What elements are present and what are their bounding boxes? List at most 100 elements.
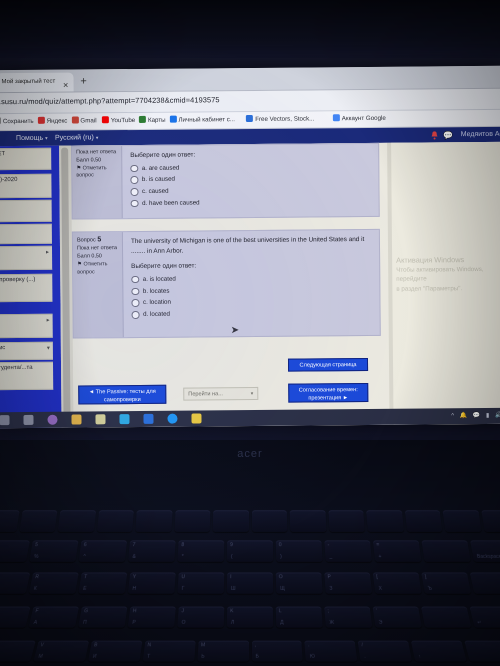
previous-activity-button[interactable]: ◄ The Passive: тесты для самопроверки bbox=[78, 384, 167, 405]
keyboard-key[interactable]: YУ bbox=[0, 572, 31, 594]
keyboard-key[interactable] bbox=[469, 572, 500, 594]
answer-option[interactable]: d. located bbox=[131, 308, 374, 319]
browser-tab[interactable]: Мой закрытый тест ✕ bbox=[0, 72, 74, 93]
keyboard-key[interactable]: ' Э bbox=[372, 606, 423, 628]
radio-icon[interactable] bbox=[130, 176, 138, 184]
keyboard-key[interactable]: YН bbox=[127, 572, 176, 594]
browser-ball-icon[interactable] bbox=[47, 414, 58, 425]
drawer-item[interactable] bbox=[0, 223, 52, 245]
keyboard-key[interactable]: HР bbox=[127, 606, 176, 628]
radio-icon[interactable] bbox=[130, 199, 139, 208]
drawer-item[interactable]: ...19)-2020 bbox=[0, 173, 52, 199]
keyboard-key[interactable]: 6 ^ bbox=[78, 540, 128, 562]
keyboard-key[interactable]: ] Ъ bbox=[421, 572, 472, 594]
keyboard-key[interactable]: 5% bbox=[29, 540, 79, 562]
next-page-button[interactable]: Следующая страница bbox=[287, 357, 369, 372]
bookmark-item[interactable]: Сохранить bbox=[0, 117, 34, 125]
close-icon[interactable]: ✕ bbox=[63, 77, 69, 93]
activity-jump-select[interactable]: Перейти на... ▾ bbox=[183, 386, 259, 401]
keyboard-key[interactable] bbox=[173, 510, 211, 532]
bookmark-item[interactable]: Free Vectors, Stock... bbox=[246, 114, 314, 123]
keyboard-key[interactable] bbox=[57, 510, 96, 532]
keyboard-key[interactable] bbox=[96, 510, 134, 532]
keyboard-key[interactable]: GП bbox=[77, 606, 128, 628]
chevron-right-icon[interactable]: ▸ bbox=[47, 317, 50, 324]
store-icon[interactable] bbox=[95, 414, 106, 425]
drawer-item[interactable]: ▸ bbox=[0, 313, 53, 339]
answer-option[interactable]: c. caused bbox=[130, 185, 372, 196]
keyboard-key[interactable]: [Х bbox=[372, 572, 422, 594]
keyboard-key[interactable]: ; Ж bbox=[324, 606, 373, 628]
message-icon[interactable]: 💬 bbox=[443, 131, 453, 140]
keyboard-key[interactable] bbox=[327, 510, 365, 532]
keyboard-key[interactable]: - _ bbox=[324, 540, 373, 562]
bookmark-item[interactable]: Яндекс bbox=[37, 116, 67, 125]
file-explorer-icon[interactable] bbox=[71, 414, 82, 425]
keyboard-key[interactable]: IШ bbox=[226, 572, 274, 594]
keyboard-key[interactable] bbox=[0, 510, 20, 532]
keyboard-key[interactable]: 0) bbox=[275, 540, 323, 562]
drawer-item[interactable]: ...студента/...та bbox=[0, 361, 54, 391]
keyboard-key[interactable] bbox=[464, 640, 500, 662]
keyboard-key[interactable]: UГ bbox=[177, 572, 225, 594]
cortana-icon[interactable] bbox=[0, 415, 10, 426]
keyboard-key[interactable]: VМ bbox=[33, 640, 89, 662]
keyboard-key[interactable]: 9( bbox=[226, 540, 274, 562]
bookmark-item[interactable]: Личный кабинет с... bbox=[169, 115, 235, 124]
radio-icon[interactable] bbox=[131, 275, 139, 284]
keyboard-key[interactable]: KЛ bbox=[226, 606, 274, 628]
radio-icon[interactable] bbox=[130, 164, 138, 173]
keyboard-key[interactable]: ↑ bbox=[411, 640, 467, 662]
keyboard-key[interactable]: /. bbox=[357, 640, 413, 662]
keyboard-key[interactable]: .Ю bbox=[304, 640, 358, 662]
answer-option[interactable]: d. have been caused bbox=[130, 197, 373, 208]
radio-icon[interactable] bbox=[131, 311, 140, 319]
radio-icon[interactable] bbox=[131, 299, 140, 307]
keyboard-key[interactable]: 4$ bbox=[0, 540, 30, 562]
keyboard-key[interactable] bbox=[421, 606, 472, 628]
drawer-item[interactable]: ...а проверку (...) bbox=[0, 273, 53, 303]
answer-option[interactable]: a. are caused bbox=[130, 162, 372, 173]
keyboard-key[interactable] bbox=[404, 510, 443, 532]
keyboard-key[interactable]: 8 * bbox=[177, 540, 225, 562]
bookmark-item[interactable]: Gmail bbox=[71, 116, 97, 124]
keyboard-key[interactable]: TЕ bbox=[78, 572, 128, 594]
keyboard-key[interactable] bbox=[212, 510, 249, 532]
answer-option[interactable]: b. locates bbox=[131, 285, 373, 296]
next-activity-button[interactable]: Согласование времен: презентация ► bbox=[288, 382, 369, 403]
answer-option[interactable]: b. is caused bbox=[130, 173, 372, 184]
flag-question-toggle[interactable]: ⚑ Отметить вопрос bbox=[77, 261, 119, 277]
keyboard-key[interactable] bbox=[421, 540, 471, 562]
keyboard-key[interactable]: OЩ bbox=[275, 572, 323, 594]
keyboard-key[interactable] bbox=[251, 510, 288, 532]
keyboard-key[interactable]: JО bbox=[177, 606, 225, 628]
keyboard-key[interactable] bbox=[18, 510, 58, 532]
keyboard-key[interactable] bbox=[442, 510, 482, 532]
notification-bell-icon[interactable] bbox=[430, 130, 439, 140]
task-view-icon[interactable] bbox=[23, 414, 34, 425]
keyboard-key[interactable]: Backspace bbox=[470, 540, 500, 562]
user-menu[interactable]: Медяитов Ас bbox=[461, 131, 500, 138]
keyboard-key[interactable]: = + bbox=[372, 540, 422, 562]
nav-item-help[interactable]: Помощь ▾ bbox=[16, 135, 48, 142]
keyboard-key[interactable]: ↵ bbox=[469, 606, 500, 628]
flag-question-toggle[interactable]: ⚑ Отметить вопрос bbox=[76, 165, 118, 181]
radio-icon[interactable] bbox=[130, 188, 139, 196]
keyboard-key[interactable] bbox=[289, 510, 327, 532]
keyboard-key[interactable] bbox=[480, 510, 500, 532]
keyboard-key[interactable]: NТ bbox=[142, 640, 196, 662]
drawer-item[interactable]: ...ямс ▾ bbox=[0, 341, 53, 361]
keyboard-key[interactable]: PЗ bbox=[324, 572, 373, 594]
nav-item-language[interactable]: Русский (ru) ▾ bbox=[55, 134, 98, 141]
telegram-icon[interactable] bbox=[119, 414, 130, 425]
drawer-item[interactable]: ▸ bbox=[0, 245, 53, 271]
drawer-item[interactable] bbox=[0, 199, 52, 223]
plus-icon[interactable]: + bbox=[76, 75, 90, 89]
answer-option[interactable]: a. is located bbox=[131, 273, 373, 284]
chevron-right-icon[interactable]: ▸ bbox=[46, 249, 49, 256]
keyboard-key[interactable]: 7 & bbox=[127, 540, 176, 562]
chrome-icon[interactable] bbox=[167, 413, 178, 424]
keyboard-key[interactable] bbox=[135, 510, 173, 532]
bookmark-item[interactable]: Аккаунт Google bbox=[332, 114, 386, 122]
keyboard-key[interactable]: ,Б bbox=[251, 640, 304, 662]
